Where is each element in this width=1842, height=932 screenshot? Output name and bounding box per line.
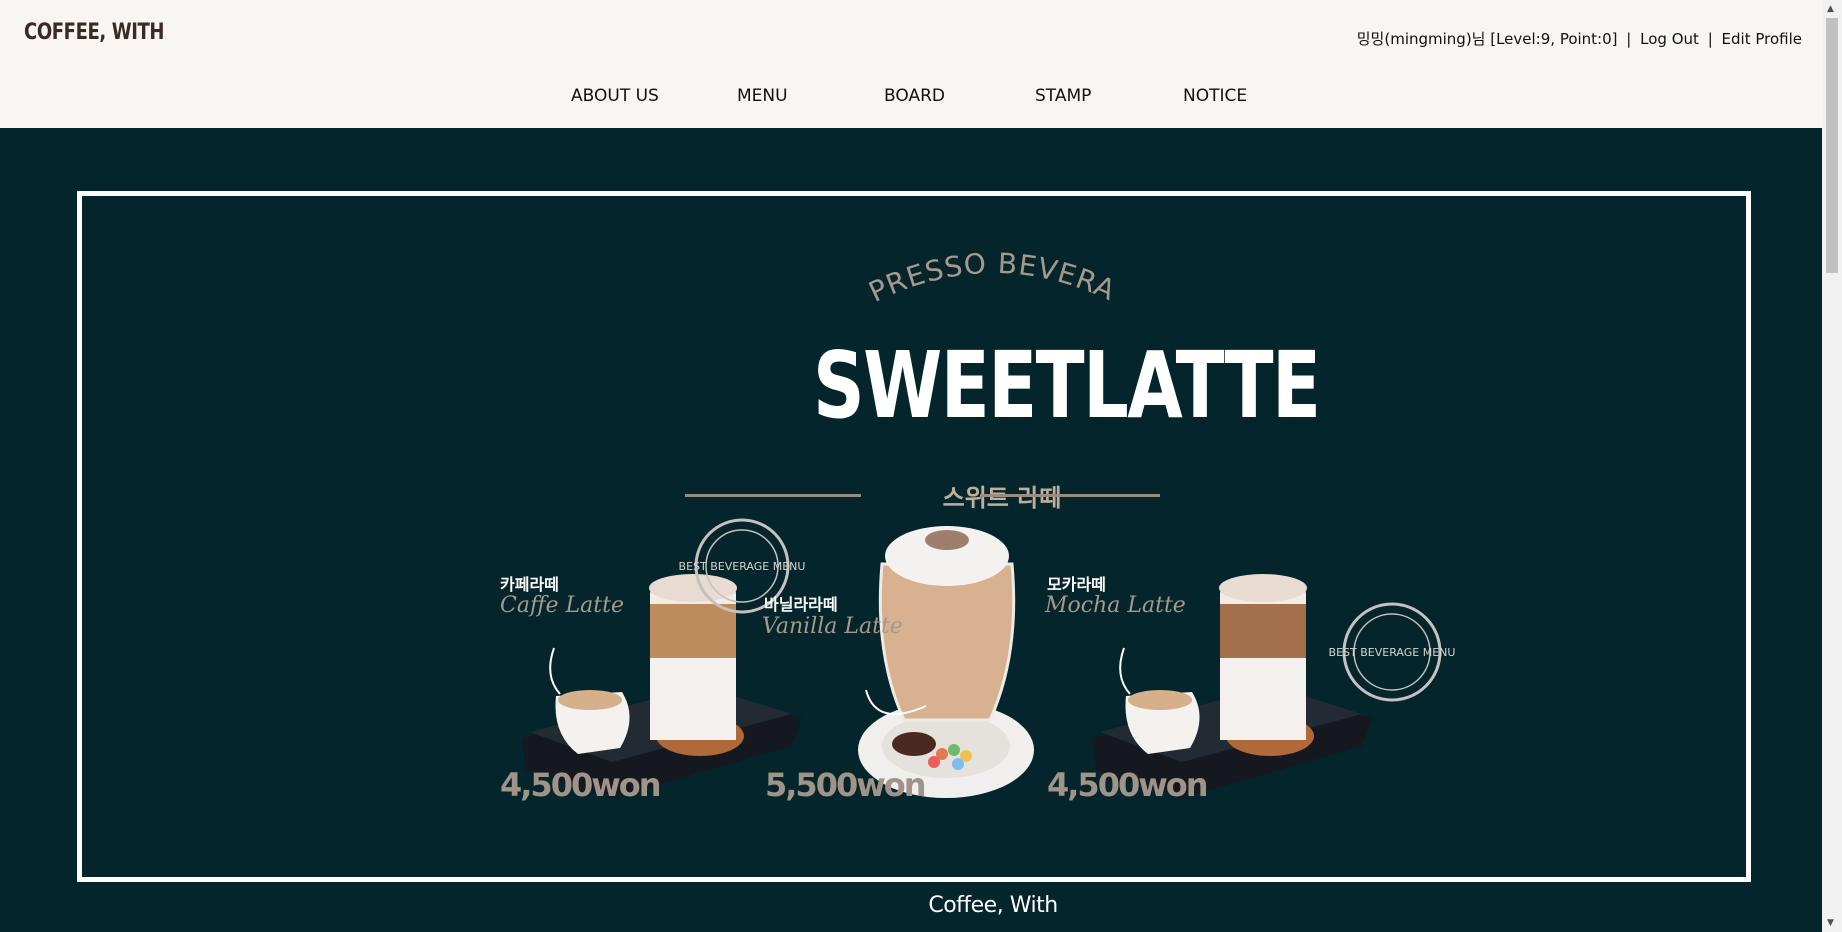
edit-profile-link[interactable]: Edit Profile (1722, 30, 1802, 48)
rule-left (685, 494, 861, 497)
nav-notice[interactable]: NOTICE (1183, 86, 1247, 106)
user-area: 밍밍(mingming)님 [Level:9, Point:0] | Log O… (1357, 28, 1802, 49)
best-stamp-icon: BEST BEVERAGE MENU (1329, 602, 1456, 702)
scroll-thumb[interactable] (1826, 18, 1838, 273)
item-vanilla-latte-ko: 바닐라라떼 (764, 595, 838, 614)
item-caffe-latte-ko: 카페라떼 (500, 575, 559, 594)
banner-footer: Coffee, With (928, 893, 1058, 918)
nav-menu[interactable]: MENU (737, 86, 788, 106)
item-vanilla-latte-en: Vanilla Latte (762, 614, 903, 639)
mocha-latte-image: BEST BEVERAGE MENU (1092, 574, 1456, 798)
svg-text:BEST BEVERAGE MENU: BEST BEVERAGE MENU (679, 560, 806, 573)
nav-board[interactable]: BOARD (884, 86, 945, 106)
hero-section: ESPRESSO BEVERAGE SWEETLATTE 스위트 라떼 BEST… (0, 128, 1822, 932)
arc-text: ESPRESSO BEVERAGE (82, 196, 1120, 309)
logout-link[interactable]: Log Out (1640, 30, 1699, 48)
banner-title: SWEETLATTE (813, 332, 1321, 439)
item-mocha-latte-en: Mocha Latte (1045, 593, 1186, 618)
rule-right (980, 494, 1160, 497)
item-caffe-latte-en: Caffe Latte (500, 593, 624, 618)
site-logo[interactable]: COFFEE, WITH (24, 20, 165, 45)
vertical-scrollbar[interactable]: ▲ ▼ (1822, 0, 1842, 932)
separator: | (1707, 30, 1713, 48)
item-mocha-latte-ko: 모카라떼 (1047, 575, 1106, 594)
item-caffe-latte-price: 4,500won (500, 766, 662, 804)
nav-stamp[interactable]: STAMP (1035, 86, 1091, 106)
banner-frame: ESPRESSO BEVERAGE SWEETLATTE 스위트 라떼 BEST… (77, 191, 1751, 918)
main-nav: ABOUT US MENU BOARD STAMP NOTICE (0, 86, 1822, 110)
item-vanilla-latte-price: 5,500won (765, 766, 927, 804)
nav-about-us[interactable]: ABOUT US (571, 86, 659, 106)
svg-text:BEST BEVERAGE MENU: BEST BEVERAGE MENU (1329, 646, 1456, 659)
user-info: 밍밍(mingming)님 [Level:9, Point:0] (1356, 30, 1618, 48)
site-header: COFFEE, WITH 밍밍(mingming)님 [Level:9, Poi… (0, 0, 1822, 128)
caffe-latte-image: BEST BEVERAGE MENU (522, 518, 806, 798)
scroll-down-arrow-icon[interactable]: ▼ (1827, 918, 1834, 928)
vanilla-latte-image (858, 526, 1034, 798)
item-mocha-latte-price: 4,500won (1047, 766, 1209, 804)
separator: | (1626, 30, 1632, 48)
scroll-up-arrow-icon[interactable]: ▲ (1827, 4, 1834, 14)
